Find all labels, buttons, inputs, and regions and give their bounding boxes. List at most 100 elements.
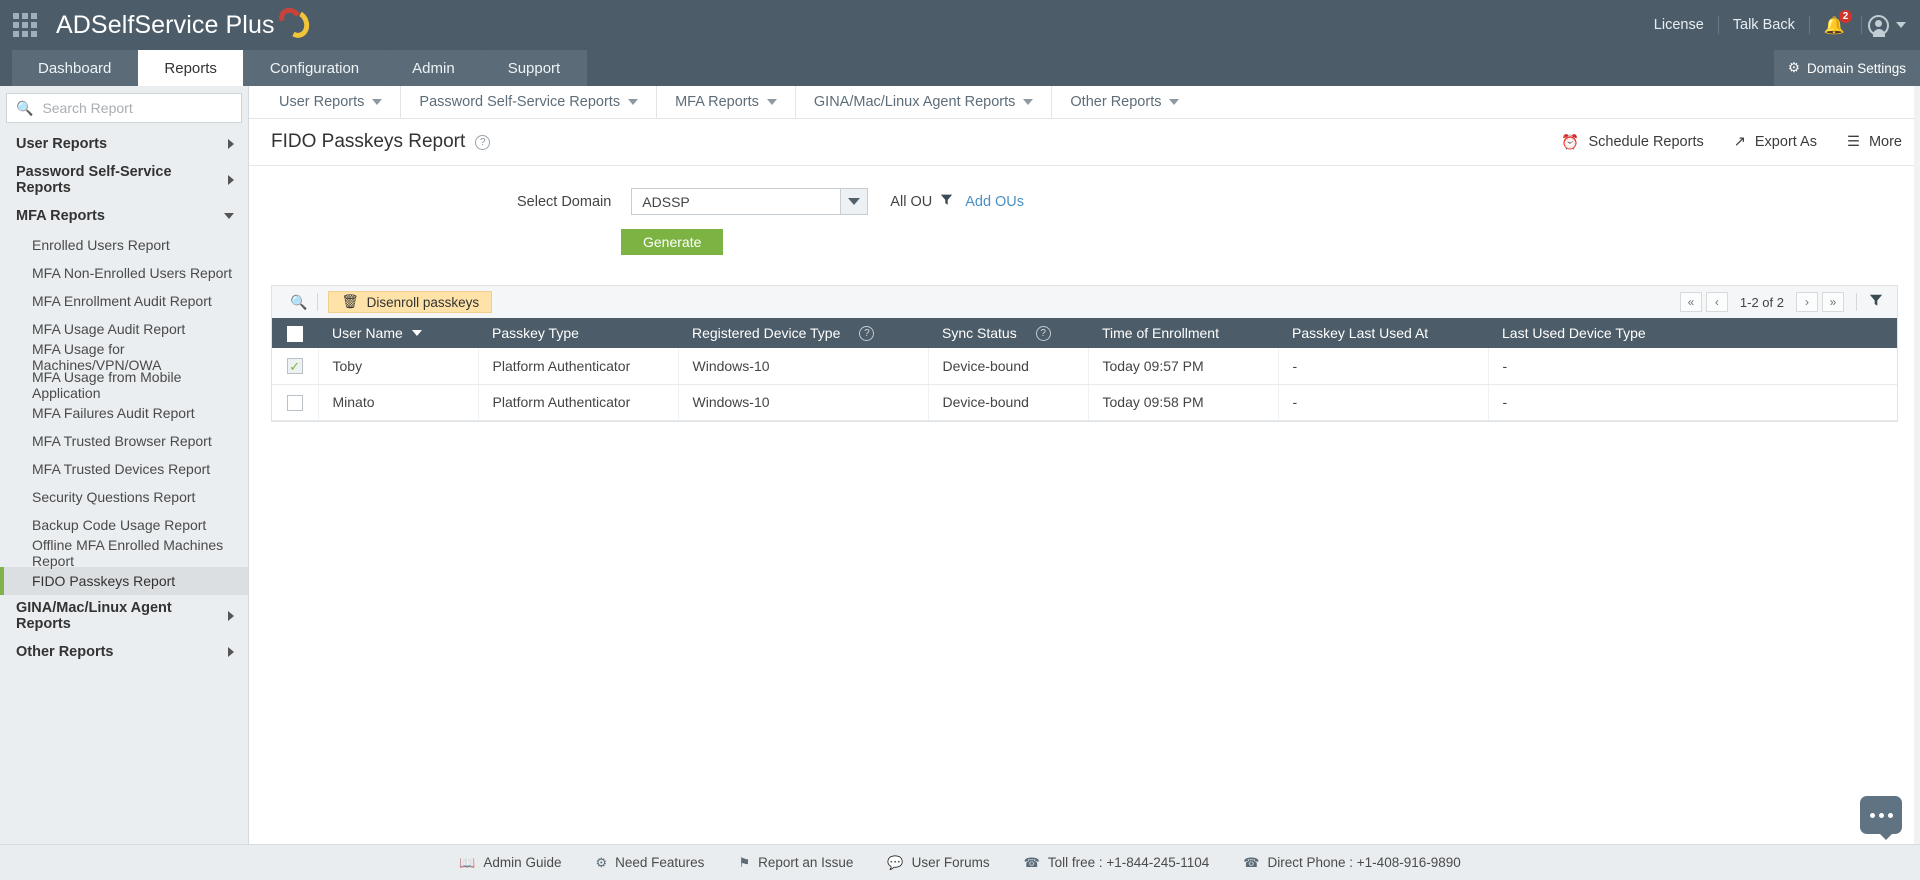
row-checkbox[interactable] [286,358,303,375]
search-report-box[interactable]: 🔍 [6,93,242,123]
report-nav-label: Other Reports [1070,94,1162,110]
export-as-button[interactable]: ↗ Export As [1734,134,1817,150]
report-nav-label: GINA/Mac/Linux Agent Reports [813,94,1016,110]
sidebar-item-security-questions-report[interactable]: Security Questions Report [0,483,248,511]
report-nav-password-self-service-reports[interactable]: Password Self-Service Reports [401,85,658,119]
column-user-name[interactable]: User Name [318,318,478,348]
generate-button[interactable]: Generate [621,229,724,255]
footer-toll-free[interactable]: ☎ Toll free : +1-844-245-1104 [1024,855,1210,871]
select-all-checkbox[interactable] [287,325,303,342]
chevron-down-icon [628,99,639,105]
more-list-icon: ☰ [1846,134,1860,150]
column-time-of-enrollment[interactable]: Time of Enrollment [1088,318,1278,348]
dropdown-toggle[interactable] [840,189,868,214]
sidebar-group-user-reports[interactable]: User Reports [0,129,248,159]
column-last-used-device-type[interactable]: Last Used Device Type [1488,318,1897,348]
tab-dashboard[interactable]: Dashboard [12,50,139,86]
report-nav-mfa-reports[interactable]: MFA Reports [657,85,796,119]
sidebar-item-mfa-non-enrolled-users-report[interactable]: MFA Non-Enrolled Users Report [0,259,248,287]
column-filter-icon[interactable] [1869,293,1889,312]
table-row[interactable]: Minato Platform Authenticator Windows-10… [272,384,1897,421]
column-sync-status[interactable]: Sync Status? [928,318,1088,348]
report-nav-label: User Reports [279,94,365,110]
prev-page-button[interactable]: ‹ [1705,292,1728,312]
sidebar-group-password-self-service-reports[interactable]: Password Self-Service Reports [0,164,248,196]
first-page-button[interactable]: « [1679,292,1702,312]
sidebar-item-mfa-trusted-devices-report[interactable]: MFA Trusted Devices Report [0,455,248,483]
sidebar-group-label: Other Reports [16,644,114,660]
help-circle-icon[interactable]: ? [859,325,875,341]
apps-grid-icon[interactable] [12,12,38,38]
footer-direct-phone[interactable]: ☎ Direct Phone : +1-408-916-9890 [1243,855,1460,871]
divider [1856,293,1857,311]
report-nav-user-reports[interactable]: User Reports [261,85,402,119]
more-button[interactable]: ☰ More [1847,134,1902,150]
tab-support[interactable]: Support [481,50,588,86]
search-icon[interactable]: 🔍 [280,294,317,311]
sidebar-item-mfa-enrollment-audit-report[interactable]: MFA Enrollment Audit Report [0,287,248,315]
chevron-down-icon [766,99,777,105]
report-nav-label: MFA Reports [675,94,759,110]
notifications-button[interactable]: 🔔 2 [1810,8,1861,34]
column-passkey-type[interactable]: Passkey Type [478,318,678,348]
report-nav-other-reports[interactable]: Other Reports [1052,86,1197,119]
footer-need-features[interactable]: ⚙ Need Features [595,855,704,871]
sidebar-item-backup-code-usage-report[interactable]: Backup Code Usage Report [0,511,248,539]
more-label: More [1868,134,1902,150]
sidebar-item-offline-mfa-enrolled-machines-report[interactable]: Offline MFA Enrolled Machines Report [0,537,248,569]
page-actions: ⏰ Schedule Reports ↗ Export As ☰ More [1561,134,1902,151]
sidebar-item-enrolled-users-report[interactable]: Enrolled Users Report [0,231,248,259]
column-label: Time of Enrollment [1102,325,1219,341]
domain-settings-button[interactable]: ⚙ Domain Settings [1773,50,1920,86]
sidebar-group-gina-mac-linux-agent-reports[interactable]: GINA/Mac/Linux Agent Reports [0,600,248,632]
column-label: Passkey Type [492,325,579,341]
tab-reports[interactable]: Reports [138,50,244,86]
sidebar-group-mfa-reports[interactable]: MFA Reports [0,201,248,231]
disenroll-passkeys-button[interactable]: 🗑 Disenroll passkeys [328,291,493,313]
sidebar-item-fido-passkeys-report[interactable]: FIDO Passkeys Report [0,567,248,595]
report-table-container: 🔍 🗑 Disenroll passkeys « ‹ 1-2 of 2 › » [271,285,1898,422]
header-actions: License Talk Back 🔔 2 [1640,8,1920,37]
footer-user-forums[interactable]: 💬 User Forums [887,855,989,871]
domain-settings-label: Domain Settings [1806,60,1906,76]
license-link[interactable]: License [1640,17,1718,33]
last-page-button[interactable]: » [1822,292,1844,312]
next-page-button[interactable]: › [1796,292,1818,312]
sidebar-group-other-reports[interactable]: Other Reports [0,637,248,667]
table-row[interactable]: Toby Platform Authenticator Windows-10 D… [272,348,1897,385]
row-checkbox[interactable] [286,394,303,411]
filter-funnel-icon[interactable] [940,193,953,211]
brand-name: ADSelfService Plus [56,10,275,39]
help-circle-icon[interactable]: ? [1035,325,1051,341]
report-nav-bar: User Reports Password Self-Service Repor… [249,85,1920,119]
user-menu-button[interactable] [1862,14,1906,37]
select-domain-dropdown[interactable]: ADSSP [631,188,869,215]
search-report-input[interactable] [40,99,241,117]
sidebar-item-mfa-failures-audit-report[interactable]: MFA Failures Audit Report [0,399,248,427]
cell-last-used-device-type: - [1488,348,1897,385]
sidebar-item-mfa-usage-from-mobile-application[interactable]: MFA Usage from Mobile Application [0,369,248,401]
chevron-down-icon [1896,22,1906,28]
sidebar-item-mfa-usage-audit-report[interactable]: MFA Usage Audit Report [0,315,248,343]
vertical-scrollbar[interactable] [1914,86,1920,844]
pagination-info: 1-2 of 2 [1739,294,1784,310]
footer-admin-guide[interactable]: 📖 Admin Guide [459,855,561,871]
report-nav-gina-mac-linux-agent-reports[interactable]: GINA/Mac/Linux Agent Reports [796,85,1053,119]
chat-support-icon[interactable] [1860,796,1902,840]
column-label: User Name [332,325,403,341]
report-nav-label: Password Self-Service Reports [419,94,621,110]
tab-admin[interactable]: Admin [386,50,482,86]
column-passkey-last-used-at[interactable]: Passkey Last Used At [1278,318,1488,348]
column-registered-device-type[interactable]: Registered Device Type? [678,318,928,348]
talk-back-link[interactable]: Talk Back [1719,17,1809,33]
sidebar-item-mfa-usage-for-machines-vpn-owa[interactable]: MFA Usage for Machines/VPN/OWA [0,341,248,373]
schedule-reports-button[interactable]: ⏰ Schedule Reports [1561,134,1703,151]
help-circle-icon[interactable]: ? [475,134,491,150]
brand-logo[interactable]: ADSelfService Plus [56,4,313,42]
footer-report-an-issue[interactable]: ⚑ Report an Issue [738,855,853,871]
add-ous-link[interactable]: Add OUs [965,194,1024,210]
footer-label: Direct Phone : +1-408-916-9890 [1267,855,1461,870]
sidebar-item-mfa-trusted-browser-report[interactable]: MFA Trusted Browser Report [0,427,248,455]
all-ou-label[interactable]: All OU [890,194,932,210]
tab-configuration[interactable]: Configuration [243,50,387,86]
